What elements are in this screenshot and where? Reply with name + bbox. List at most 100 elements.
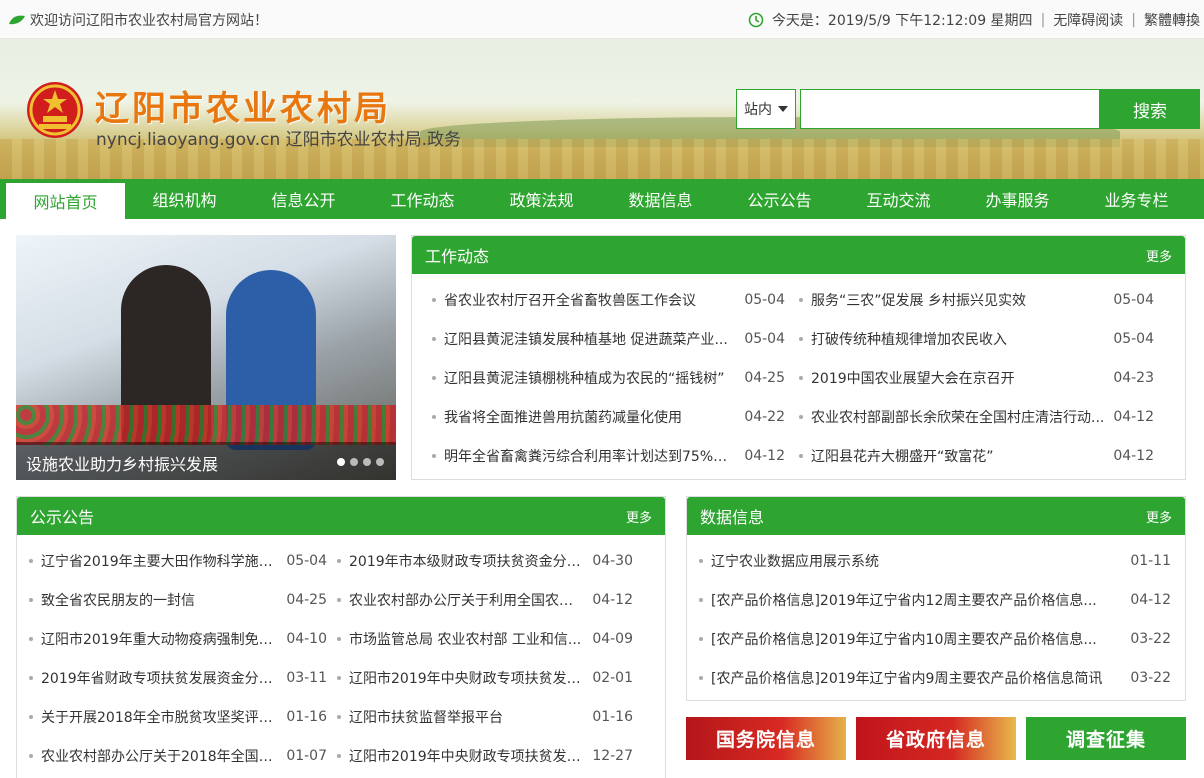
list-item-title[interactable]: 2019年市本级财政专项扶贫资金分配... <box>349 551 586 571</box>
list-item[interactable]: 辽宁省2019年主要大田作物科学施肥... 05-04 <box>29 541 327 580</box>
list-item-title[interactable]: 辽阳县花卉大棚盛开“致富花” <box>811 446 1107 466</box>
bullet-icon <box>699 636 703 641</box>
list-item-title[interactable]: 辽宁农业数据应用展示系统 <box>711 551 1124 571</box>
list-item[interactable]: 辽阳市2019年中央财政专项扶贫发展... 02-01 <box>337 658 633 697</box>
list-item[interactable]: 辽阳市2019年中央财政专项扶贫发展... 12-27 <box>337 736 633 775</box>
slider-dot[interactable] <box>376 458 384 466</box>
list-item[interactable]: 打破传统种植规律增加农民收入 05-04 <box>799 319 1154 358</box>
state-council-info-link[interactable]: 国务院信息 <box>686 717 846 760</box>
list-item-title[interactable]: 省农业农村厅召开全省畜牧兽医工作会议 <box>444 290 738 310</box>
list-item-title[interactable]: [农产品价格信息]2019年辽宁省内12周主要农产品价格信息... <box>711 590 1124 610</box>
slider-dot[interactable] <box>350 458 358 466</box>
nav-item-0[interactable]: 网站首页 <box>6 183 125 219</box>
search-input[interactable] <box>800 89 1100 129</box>
work-news-more-link[interactable]: 更多 <box>1146 246 1172 265</box>
list-item[interactable]: [农产品价格信息]2019年辽宁省内9周主要农产品价格信息简讯 03-22 <box>699 658 1171 697</box>
traditional-chinese-link[interactable]: 繁體轉換 <box>1144 10 1200 30</box>
list-item-title[interactable]: 辽阳市2019年中央财政专项扶贫发展... <box>349 668 586 688</box>
nav-item-6[interactable]: 公示公告 <box>720 179 839 219</box>
bullet-icon <box>799 375 803 380</box>
work-news-list-right: 服务“三农”促发展 乡村振兴见实效 05-04 打破传统种植规律增加农民收入 05-0… <box>799 280 1154 475</box>
list-item-title[interactable]: 辽阳县黄泥洼镇发展种植基地 促进蔬菜产业... <box>444 329 738 349</box>
list-item[interactable]: 省农业农村厅召开全省畜牧兽医工作会议 05-04 <box>432 280 785 319</box>
list-item-title[interactable]: 农业农村部副部长余欣荣在全国村庄清洁行动... <box>811 407 1107 427</box>
list-item-title[interactable]: 农业农村部办公厅关于利用全国农业... <box>349 590 586 610</box>
bullet-icon <box>699 675 703 680</box>
list-item-title[interactable]: 市场监管总局 农业农村部 工业和信... <box>349 629 586 649</box>
list-item-title[interactable]: 我省将全面推进兽用抗菌药减量化使用 <box>444 407 738 427</box>
list-item-date: 02-01 <box>592 669 633 686</box>
list-item-title[interactable]: 关于开展2018年全市脱贫攻坚奖评选... <box>41 707 280 727</box>
list-item-title[interactable]: 2019中国农业展望大会在京召开 <box>811 368 1107 388</box>
list-item[interactable]: 辽阳市扶贫监督举报平台 01-16 <box>337 697 633 736</box>
notice-more-link[interactable]: 更多 <box>626 507 652 526</box>
bullet-icon <box>29 714 33 719</box>
list-item[interactable]: 农业农村部办公厅关于2018年全国动... 01-07 <box>29 736 327 775</box>
accessible-reading-link[interactable]: 无障碍阅读 <box>1053 10 1123 30</box>
top-bar: 欢迎访问辽阳市农业农村局官方网站！ 今天是：2019/5/9 下午12:12:0… <box>0 0 1204 39</box>
nav-item-4[interactable]: 政策法规 <box>482 179 601 219</box>
list-item[interactable]: 农业农村部副部长余欣荣在全国村庄清洁行动... 04-12 <box>799 397 1154 436</box>
list-item[interactable]: [农产品价格信息]2019年辽宁省内12周主要农产品价格信息... 04-12 <box>699 580 1171 619</box>
list-item[interactable]: [农产品价格信息]2019年辽宁省内10周主要农产品价格信息... 03-22 <box>699 619 1171 658</box>
bullet-icon <box>29 597 33 602</box>
list-item-title[interactable]: 致全省农民朋友的一封信 <box>41 590 280 610</box>
main-nav: 网站首页 组织机构 信息公开 工作动态 政策法规 数据信息 公示公告 互动交流 办事服务 业务专栏 <box>0 179 1204 219</box>
list-item[interactable]: 服务“三农”促发展 乡村振兴见实效 05-04 <box>799 280 1154 319</box>
list-item-title[interactable]: 打破传统种植规律增加农民收入 <box>811 329 1107 349</box>
list-item[interactable]: 致全省农民朋友的一封信 04-25 <box>29 580 327 619</box>
national-emblem-icon <box>27 82 83 138</box>
list-item[interactable]: 辽阳县黄泥洼镇棚桃种植成为农民的“摇钱树” 04-25 <box>432 358 785 397</box>
list-item[interactable]: 2019年市本级财政专项扶贫资金分配... 04-30 <box>337 541 633 580</box>
survey-link[interactable]: 调查征集 <box>1026 717 1186 760</box>
list-item[interactable]: 2019年省财政专项扶贫发展资金分配... 03-11 <box>29 658 327 697</box>
search-scope-select[interactable]: 站内 <box>736 89 796 129</box>
list-item[interactable]: 市场监管总局 农业农村部 工业和信... 04-09 <box>337 619 633 658</box>
bullet-icon <box>799 414 803 419</box>
nav-item-1[interactable]: 组织机构 <box>125 179 244 219</box>
data-info-more-link[interactable]: 更多 <box>1146 507 1172 526</box>
list-item-title[interactable]: 辽阳市2019年重大动物疫病强制免疫... <box>41 629 280 649</box>
work-news-header: 工作动态 更多 <box>412 236 1185 274</box>
bullet-icon <box>337 753 341 758</box>
list-item-date: 05-04 <box>744 291 785 308</box>
list-item-title[interactable]: [农产品价格信息]2019年辽宁省内9周主要农产品价格信息简讯 <box>711 668 1124 688</box>
notice-list-right: 2019年市本级财政专项扶贫资金分配... 04-30 农业农村部办公厅关于利用全国… <box>337 541 633 775</box>
date-text: 今天是：2019/5/9 下午12:12:09 星期四 <box>771 13 1033 29</box>
list-item-date: 01-16 <box>592 708 633 725</box>
list-item[interactable]: 辽宁农业数据应用展示系统 01-11 <box>699 541 1171 580</box>
search-button[interactable]: 搜索 <box>1100 89 1200 129</box>
slider-dot[interactable] <box>363 458 371 466</box>
list-item-title[interactable]: 辽宁省2019年主要大田作物科学施肥... <box>41 551 280 571</box>
list-item-title[interactable]: 辽阳市2019年中央财政专项扶贫发展... <box>349 746 586 766</box>
list-item-title[interactable]: 农业农村部办公厅关于2018年全国动... <box>41 746 280 766</box>
nav-item-9[interactable]: 业务专栏 <box>1077 179 1196 219</box>
list-item-title[interactable]: [农产品价格信息]2019年辽宁省内10周主要农产品价格信息... <box>711 629 1124 649</box>
clock-icon <box>748 12 764 28</box>
data-info-panel: 数据信息 更多 辽宁农业数据应用展示系统 01-11 [农产品价格信息]2019年辽… <box>686 496 1186 701</box>
nav-item-7[interactable]: 互动交流 <box>839 179 958 219</box>
list-item-title[interactable]: 辽阳县黄泥洼镇棚桃种植成为农民的“摇钱树” <box>444 368 738 388</box>
list-item[interactable]: 我省将全面推进兽用抗菌药减量化使用 04-22 <box>432 397 785 436</box>
nav-item-5[interactable]: 数据信息 <box>601 179 720 219</box>
photo-slider[interactable]: 设施农业助力乡村振兴发展 <box>16 235 396 480</box>
bullet-icon <box>29 675 33 680</box>
list-item[interactable]: 辽阳市2019年重大动物疫病强制免疫... 04-10 <box>29 619 327 658</box>
list-item[interactable]: 辽阳县花卉大棚盛开“致富花” 04-12 <box>799 436 1154 475</box>
list-item[interactable]: 明年全省畜禽粪污综合利用率计划达到75%以上 04-12 <box>432 436 785 475</box>
list-item-title[interactable]: 2019年省财政专项扶贫发展资金分配... <box>41 668 280 688</box>
provincial-gov-info-link[interactable]: 省政府信息 <box>856 717 1016 760</box>
list-item[interactable]: 辽阳县黄泥洼镇发展种植基地 促进蔬菜产业... 05-04 <box>432 319 785 358</box>
nav-item-2[interactable]: 信息公开 <box>244 179 363 219</box>
list-item-title[interactable]: 服务“三农”促发展 乡村振兴见实效 <box>811 290 1107 310</box>
list-item[interactable]: 农业农村部办公厅关于利用全国农业... 04-12 <box>337 580 633 619</box>
nav-item-3[interactable]: 工作动态 <box>363 179 482 219</box>
slider-dot[interactable] <box>337 458 345 466</box>
list-item[interactable]: 关于开展2018年全市脱贫攻坚奖评选... 01-16 <box>29 697 327 736</box>
list-item-date: 04-25 <box>286 591 327 608</box>
notice-panel: 公示公告 更多 辽宁省2019年主要大田作物科学施肥... 05-04 致全省农民朋… <box>16 496 666 778</box>
list-item[interactable]: 2019中国农业展望大会在京召开 04-23 <box>799 358 1154 397</box>
nav-item-8[interactable]: 办事服务 <box>958 179 1077 219</box>
list-item-title[interactable]: 辽阳市扶贫监督举报平台 <box>349 707 586 727</box>
list-item-title[interactable]: 明年全省畜禽粪污综合利用率计划达到75%以上 <box>444 446 738 466</box>
